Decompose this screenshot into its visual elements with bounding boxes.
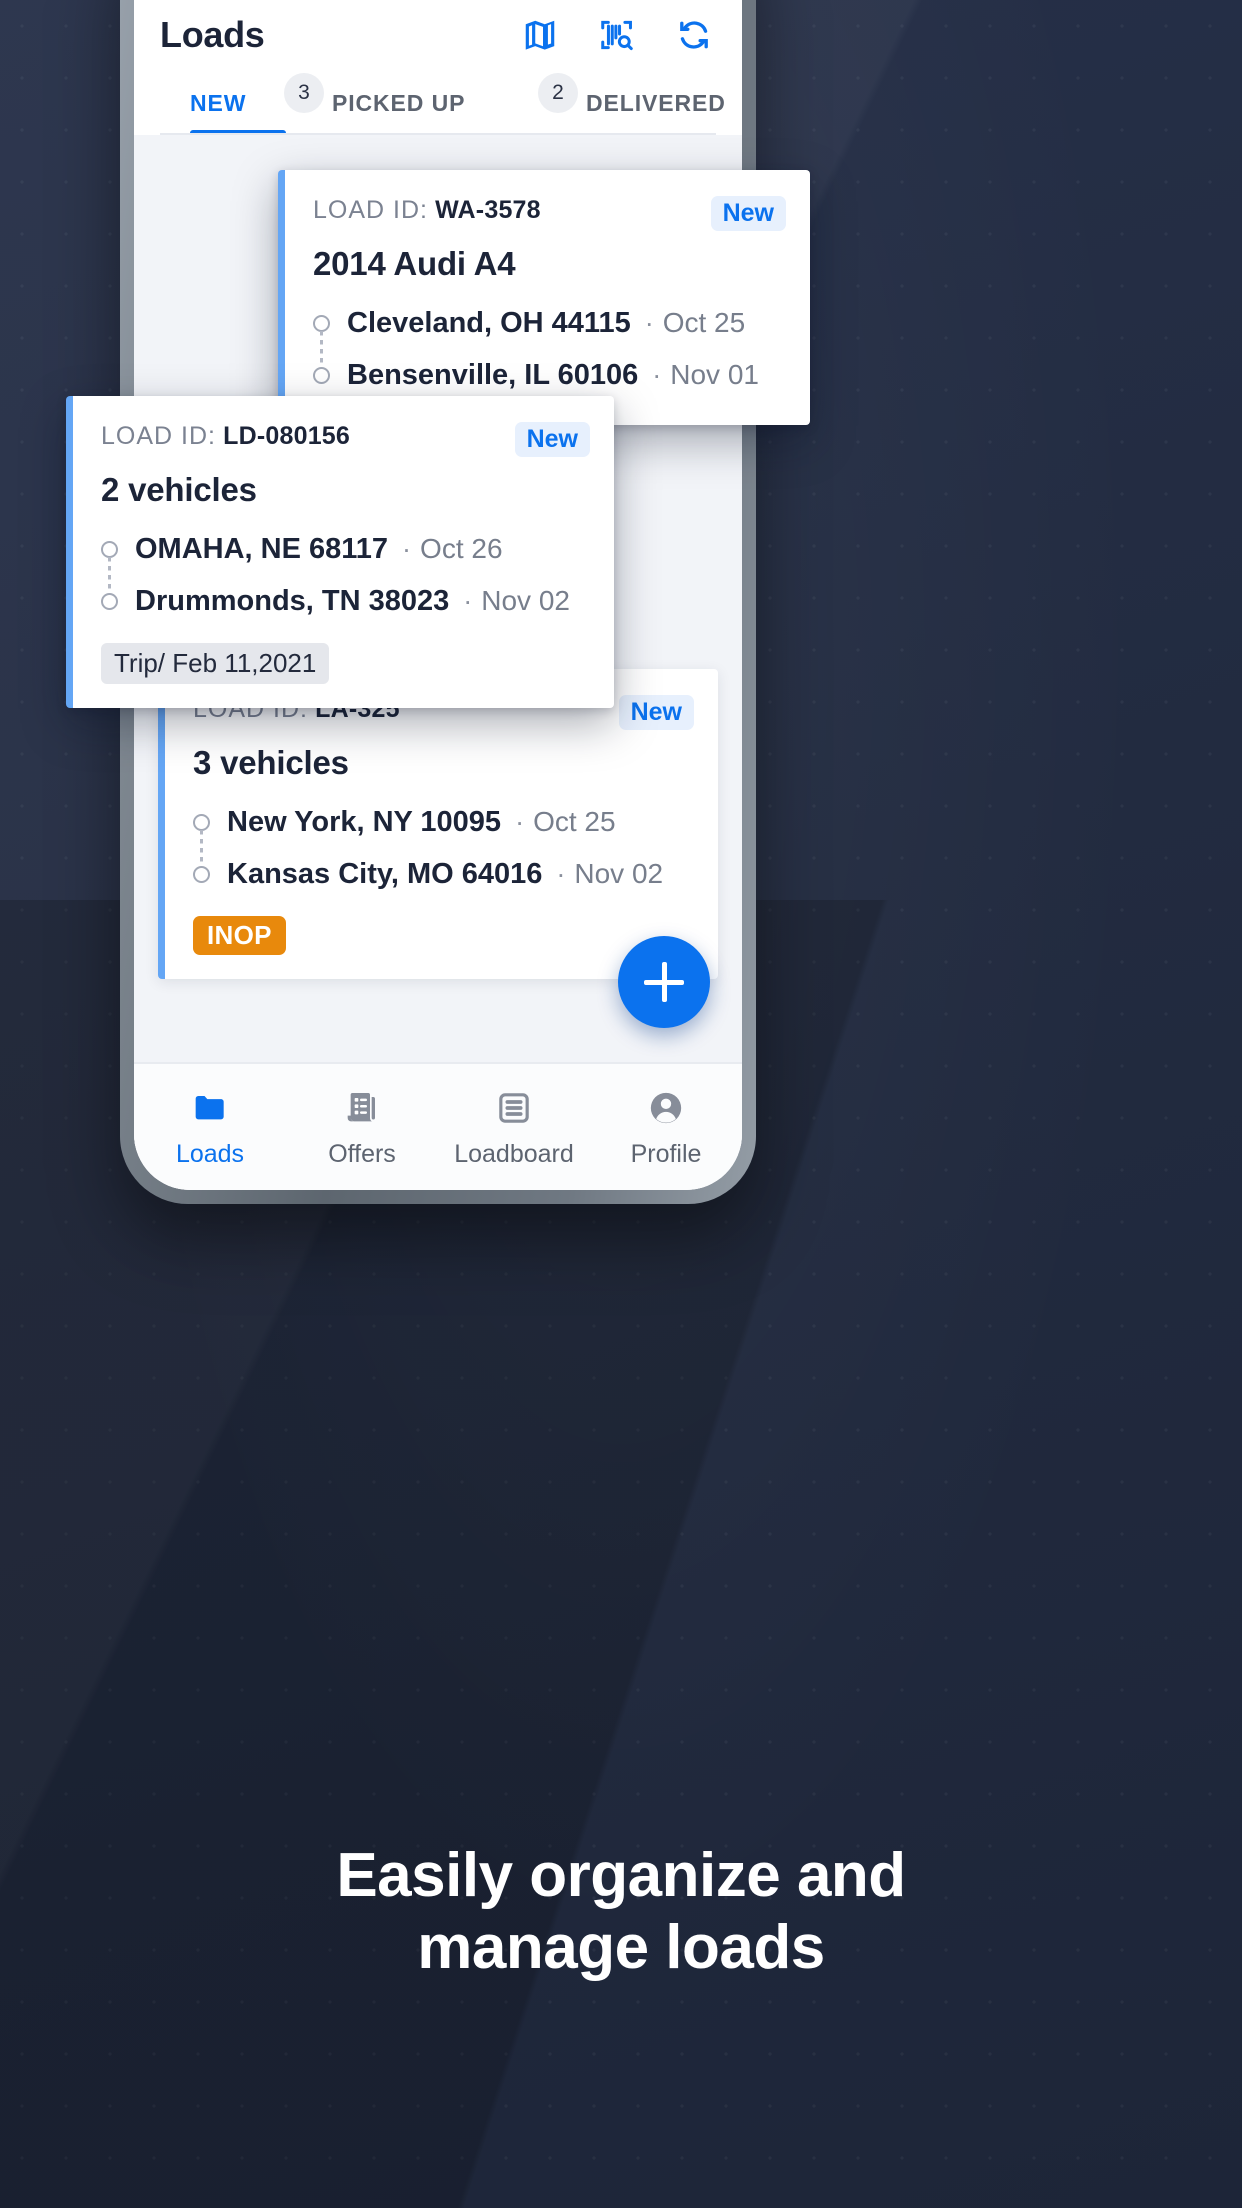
dropoff-city: Drummonds, TN 38023 [135, 584, 450, 617]
inop-chip: INOP [193, 916, 286, 955]
load-card[interactable]: LOAD ID: WA-3578 New 2014 Audi A4 Clevel… [278, 170, 810, 425]
route-row-dropoff: Kansas City, MO 64016 · Nov 02 [193, 848, 694, 900]
route-origin-dot-icon [313, 314, 330, 332]
route-origin-dot-icon [193, 813, 210, 831]
pickup-date: Oct 25 [533, 806, 616, 837]
map-icon[interactable] [518, 13, 562, 57]
promo-headline-line-2: manage loads [417, 1912, 825, 1982]
app-bar-actions [518, 13, 716, 57]
load-title: 3 vehicles [193, 744, 349, 781]
tab-bar: NEW3PICKED UP2DELIVERED8ARCHIVED32 [160, 68, 725, 135]
add-load-button[interactable] [618, 936, 710, 1028]
offers-document-icon [342, 1086, 382, 1130]
route-connector-icon [200, 830, 203, 866]
promo-screenshot: Loads NEW 3 PICKED UP 2 DELIVERED LOAD I… [0, 0, 1242, 2208]
route-origin-dot-icon [101, 540, 118, 558]
load-id-label: LOAD ID: [101, 422, 216, 450]
route-connector-icon [320, 331, 323, 367]
load-title: 2 vehicles [101, 471, 257, 508]
route-connector-icon [108, 557, 111, 593]
dropoff-date: Nov 02 [574, 858, 664, 889]
person-icon [646, 1086, 686, 1130]
load-id: LOAD ID: WA-3578 [313, 196, 541, 225]
status-badge: New [514, 422, 590, 457]
tab-label: PICKED UP [332, 90, 466, 116]
refresh-icon[interactable] [672, 13, 716, 57]
status-badge: New [618, 695, 694, 730]
load-title: 2014 Audi A4 [313, 245, 516, 282]
load-id-label: LOAD ID: [313, 196, 428, 224]
nav-item-label: Offers [328, 1139, 396, 1168]
route-destination-dot-icon [313, 366, 330, 384]
route-separator: · [556, 858, 566, 889]
route: OMAHA, NE 68117 · Oct 26 Drummonds, TN 3… [101, 523, 590, 627]
nav-item-profile[interactable]: Profile [590, 1086, 742, 1169]
status-badge: New [710, 196, 786, 231]
load-id: LOAD ID: LD-080156 [101, 422, 350, 451]
route: Cleveland, OH 44115 · Oct 25 Bensenville… [313, 297, 786, 401]
pickup-city: New York, NY 10095 [227, 805, 502, 838]
route-row-dropoff: Drummonds, TN 38023 · Nov 02 [101, 575, 590, 627]
tab-delivered[interactable]: DELIVERED8 [586, 90, 742, 135]
promo-headline: Easily organize and manage loads [0, 1840, 1242, 1984]
bottom-navigation: Loads Offers Loadboard Profile [134, 1062, 742, 1190]
route-separator: · [644, 307, 654, 338]
nav-item-loadboard[interactable]: Loadboard [438, 1086, 590, 1169]
route-separator: · [515, 806, 525, 837]
tab-count-badge: 2 [538, 73, 578, 113]
pickup-city: OMAHA, NE 68117 [135, 532, 389, 565]
load-id-value: WA-3578 [435, 196, 541, 224]
route-row-pickup: New York, NY 10095 · Oct 25 [193, 796, 694, 848]
nav-item-loads[interactable]: Loads [134, 1086, 286, 1169]
dropoff-city: Kansas City, MO 64016 [227, 857, 543, 890]
route-separator: · [652, 359, 662, 390]
route-row-pickup: Cleveland, OH 44115 · Oct 25 [313, 297, 786, 349]
route-separator: · [463, 585, 473, 616]
vin-scan-icon[interactable] [595, 13, 639, 57]
load-card[interactable]: LOAD ID: LD-080156 New 2 vehicles OMAHA,… [66, 396, 614, 708]
route-separator: · [402, 533, 412, 564]
dropoff-date: Nov 01 [670, 359, 759, 390]
trip-chip: Trip/ Feb 11,2021 [101, 643, 330, 684]
load-card[interactable]: LOAD ID: LA-325 New 3 vehicles New York,… [158, 669, 718, 979]
dropoff-date: Nov 02 [481, 585, 570, 616]
tab-label: NEW [190, 90, 247, 116]
route-destination-dot-icon [193, 865, 210, 883]
promo-headline-line-1: Easily organize and [336, 1841, 906, 1910]
app-bar: Loads NEW 3 PICKED UP 2 DELIVERED [134, 0, 742, 135]
pickup-date: Oct 26 [420, 533, 503, 564]
nav-item-label: Loads [175, 1139, 245, 1168]
tab-new[interactable]: NEW 3 [190, 73, 324, 135]
route-row-pickup: OMAHA, NE 68117 · Oct 26 [101, 523, 590, 575]
page-title: Loads [160, 14, 265, 55]
route-row-dropoff: Bensenville, IL 60106 · Nov 01 [313, 349, 786, 401]
loadboard-list-icon [494, 1086, 534, 1130]
tab-picked-up[interactable]: PICKED UP 2 [332, 73, 578, 135]
tab-label: DELIVERED [586, 90, 726, 116]
route-destination-dot-icon [101, 592, 118, 610]
load-id-value: LD-080156 [223, 422, 351, 450]
folder-icon [190, 1086, 230, 1130]
pickup-date: Oct 25 [662, 307, 746, 338]
route: New York, NY 10095 · Oct 25 Kansas City,… [193, 796, 694, 900]
nav-item-label: Profile [630, 1139, 702, 1168]
tab-count-badge: 3 [284, 73, 324, 113]
nav-item-label: Loadboard [454, 1139, 574, 1168]
pickup-city: Cleveland, OH 44115 [347, 306, 631, 339]
nav-item-offers[interactable]: Offers [286, 1086, 438, 1169]
dropoff-city: Bensenville, IL 60106 [347, 358, 639, 391]
